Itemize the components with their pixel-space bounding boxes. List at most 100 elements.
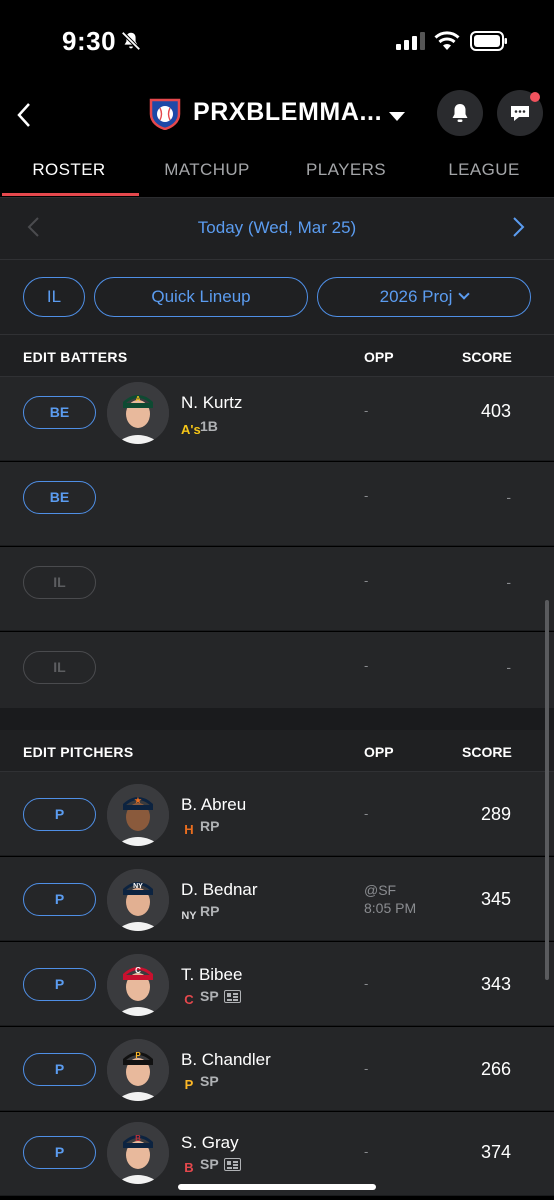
news-icon[interactable] [223,1158,241,1171]
score-column-header: SCORE [462,349,512,365]
svg-text:A: A [135,396,140,403]
lineup-slot-button[interactable]: IL [23,566,96,599]
team-logo-icon: B [184,1160,194,1175]
player-meta: NY RP [181,903,219,924]
svg-text:★: ★ [134,796,142,805]
player-meta: P SP [181,1073,219,1093]
section-divider [0,708,554,730]
player-avatar[interactable]: NY [107,869,169,931]
pitcher-row[interactable]: P NY D. Bednar NY RP @SF 8:05 PM 345 [0,857,554,941]
tab-bar: ROSTER MATCHUP PLAYERS LEAGUE [0,146,554,198]
scrollbar[interactable] [545,600,549,980]
player-meta: H RP [181,818,219,838]
quick-lineup-button[interactable]: Quick Lineup [94,277,308,317]
chevron-down-icon [458,288,471,300]
player-meta: C SP [181,988,241,1008]
pitcher-row[interactable]: P ★ B. Abreu H RP - 289 [0,772,554,856]
player-avatar[interactable]: B [107,1122,169,1184]
batter-row[interactable]: BE A N. Kurtz A's1B - 403 [0,377,554,461]
tab-players[interactable]: PLAYERS [277,160,415,180]
score-value: - [506,574,511,590]
pitcher-row[interactable]: P P B. Chandler P SP - 266 [0,1027,554,1111]
lineup-slot-button[interactable]: P [23,1053,96,1086]
opponent-value: - [364,658,369,673]
filter-row: IL Quick Lineup 2026 Proj [0,260,554,335]
player-avatar[interactable]: A [107,382,169,444]
player-name[interactable]: B. Chandler [181,1050,271,1070]
score-value: 289 [480,804,511,824]
home-indicator[interactable] [178,1184,376,1190]
bell-off-icon [121,31,141,51]
league-dropdown-caret-icon[interactable] [389,112,405,121]
svg-text:NY: NY [133,883,143,890]
notifications-button[interactable] [437,90,483,136]
svg-text:P: P [135,1051,141,1060]
team-logo-icon: C [184,992,194,1007]
team-logo-icon: H [184,822,194,837]
batter-row[interactable]: BE - - [0,462,554,546]
player-meta: A's1B [181,418,218,438]
score-value: - [506,489,511,505]
tab-league[interactable]: LEAGUE [415,160,553,180]
opponent-value: - [364,976,369,991]
opponent-value: @SF 8:05 PM [364,881,416,917]
pitcher-row[interactable]: P C T. Bibee C SP - 343 [0,942,554,1026]
player-avatar[interactable]: C [107,954,169,1016]
game-time: 8:05 PM [364,900,417,916]
score-value: - [506,659,511,675]
active-tab-indicator [2,193,139,196]
status-time: 9:30 [62,26,117,56]
lineup-slot-button[interactable]: P [23,1136,96,1169]
wifi-icon [434,31,460,50]
edit-batters-label: EDIT BATTERS [23,349,128,365]
player-avatar[interactable]: P [107,1039,169,1101]
lineup-slot-button[interactable]: IL [23,651,96,684]
back-chevron-icon[interactable] [16,102,32,128]
il-filter-label: IL [46,287,62,306]
player-headshot-icon: A [107,382,169,444]
score-value: 374 [480,1142,511,1162]
batter-row[interactable]: IL - - [0,547,554,631]
player-avatar[interactable]: ★ [107,784,169,846]
lineup-slot-button[interactable]: BE [23,481,96,514]
status-bar: 9:30 [0,0,554,84]
projection-select[interactable]: 2026 Proj [317,277,531,317]
player-headshot-icon: B [107,1122,169,1184]
chat-bubble-icon [511,106,529,121]
quick-lineup-label: Quick Lineup [151,287,251,306]
pitchers-section-header: EDIT PITCHERS OPP SCORE [0,730,554,772]
player-meta: B SP [181,1156,241,1176]
next-day-chevron-icon[interactable] [512,216,526,238]
lineup-slot-button[interactable]: BE [23,396,96,429]
player-position: SP [200,1073,219,1089]
lineup-slot-button[interactable]: P [23,883,96,916]
il-filter-button[interactable]: IL [23,277,85,317]
player-name[interactable]: T. Bibee [181,965,242,985]
batter-row[interactable]: IL - - [0,632,554,716]
messages-button[interactable] [497,90,543,136]
lineup-slot-button[interactable]: P [23,968,96,1001]
edit-pitchers-label: EDIT PITCHERS [23,744,134,760]
league-title[interactable]: PRXBLEMMA... [193,98,382,127]
score-column-header: SCORE [462,744,512,760]
league-shield-logo-icon [149,98,181,130]
date-navigator: Today (Wed, Mar 25) [0,198,554,260]
player-position: 1B [200,418,218,434]
tab-matchup[interactable]: MATCHUP [138,160,276,180]
news-icon[interactable] [223,990,241,1003]
team-logo-icon: A's [181,422,201,437]
team-logo-icon: NY [181,910,197,922]
player-name[interactable]: S. Gray [181,1133,239,1153]
opponent-value: - [364,1061,369,1076]
svg-text:B: B [135,1134,141,1143]
opponent-value: - [364,806,369,821]
player-name[interactable]: D. Bednar [181,880,258,900]
tab-roster[interactable]: ROSTER [0,160,138,180]
unread-indicator-dot [530,92,540,102]
player-position: RP [200,818,220,834]
current-date-label[interactable]: Today (Wed, Mar 25) [0,218,554,238]
batters-section-header: EDIT BATTERS OPP SCORE [0,335,554,377]
player-name[interactable]: B. Abreu [181,795,246,815]
player-name[interactable]: N. Kurtz [181,393,242,413]
lineup-slot-button[interactable]: P [23,798,96,831]
